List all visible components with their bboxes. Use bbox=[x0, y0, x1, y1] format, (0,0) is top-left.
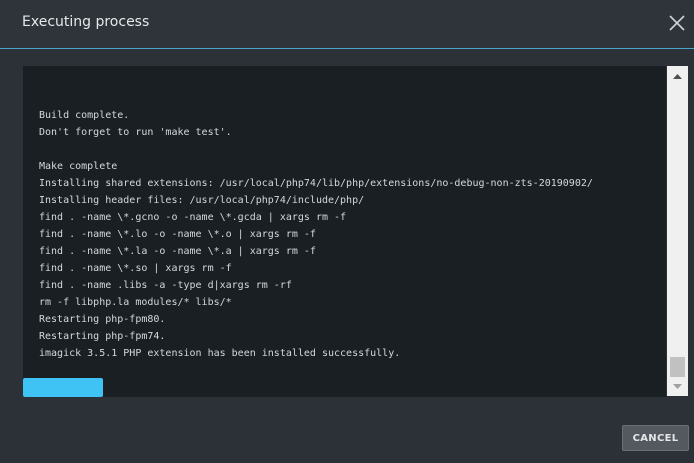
console-line: Don't forget to run 'make test'. bbox=[39, 127, 232, 138]
console-line: find . -name .libs -a -type d|xargs rm -… bbox=[39, 280, 292, 291]
console-line: imagick 3.5.1 PHP extension has been ins… bbox=[39, 348, 401, 359]
console-line: find . -name \*.lo -o -name \*.o | xargs… bbox=[39, 229, 316, 240]
console-line: find . -name \*.gcno -o -name \*.gcda | … bbox=[39, 212, 347, 223]
console-line: Installing header files: /usr/local/php7… bbox=[39, 195, 365, 206]
console-output-area: Build complete. Don't forget to run 'make… bbox=[23, 66, 666, 396]
console-line: find . -name \*.so | xargs rm -f bbox=[39, 263, 232, 274]
cancel-button[interactable]: CANCEL bbox=[622, 425, 689, 451]
close-icon[interactable] bbox=[667, 13, 687, 33]
console-line: find . -name \*.la -o -name \*.a | xargs… bbox=[39, 246, 316, 257]
console-line: Installing shared extensions: /usr/local… bbox=[39, 178, 593, 189]
scroll-down-icon[interactable] bbox=[667, 378, 688, 395]
dialog-header: Executing process bbox=[0, 0, 694, 49]
console-line: Restarting php-fpm74. bbox=[39, 331, 166, 342]
dialog-footer: CANCEL bbox=[0, 405, 694, 463]
horizontal-scrollbar-thumb[interactable] bbox=[23, 378, 103, 397]
executing-process-dialog: Executing process Build complete. Don't f… bbox=[0, 0, 694, 463]
console-line: rm -f libphp.la modules/* libs/* bbox=[39, 297, 232, 308]
console-line: Make complete bbox=[39, 161, 118, 172]
vertical-scrollbar[interactable] bbox=[667, 66, 688, 396]
vertical-scrollbar-thumb[interactable] bbox=[670, 357, 685, 377]
console-line: Restarting php-fpm80. bbox=[39, 314, 166, 325]
console-text: Build complete. Don't forget to run 'make… bbox=[39, 90, 659, 380]
dialog-title: Executing process bbox=[22, 14, 150, 30]
console-line: Build complete. bbox=[39, 110, 130, 121]
scroll-up-icon[interactable] bbox=[667, 68, 688, 85]
horizontal-scrollbar[interactable] bbox=[23, 378, 666, 397]
